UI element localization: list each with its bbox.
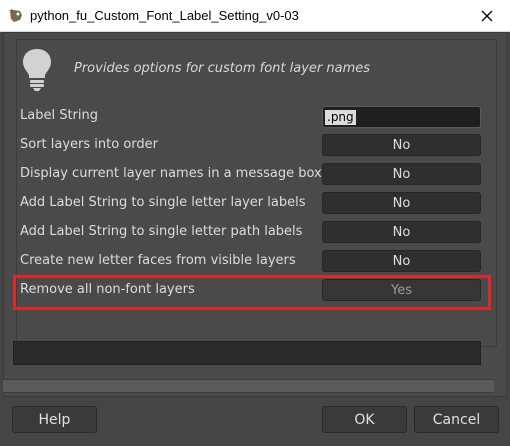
display-names-label: Display current layer names in a message…: [20, 166, 322, 181]
ok-button[interactable]: OK: [322, 406, 407, 433]
cancel-button[interactable]: Cancel: [414, 406, 499, 433]
gimp-app-icon: [9, 9, 22, 22]
close-icon: [481, 10, 493, 21]
horizontal-scrollbar[interactable]: [3, 379, 494, 393]
label-string-input[interactable]: .png: [322, 106, 481, 128]
display-names-toggle[interactable]: No: [322, 163, 481, 185]
single-letter-layer-toggle[interactable]: No: [322, 192, 481, 214]
title-bar: python_fu_Custom_Font_Label_Setting_v0-0…: [0, 0, 510, 32]
dialog-description: Provides options for custom font layer n…: [74, 61, 371, 76]
sort-layers-label: Sort layers into order: [20, 137, 158, 152]
close-button[interactable]: [464, 0, 510, 31]
help-button[interactable]: Help: [12, 406, 97, 433]
highlight-box: [13, 275, 491, 310]
progress-bar: [13, 341, 481, 365]
window-title: python_fu_Custom_Font_Label_Setting_v0-0…: [30, 8, 299, 23]
sort-layers-toggle[interactable]: No: [322, 134, 481, 156]
label-string-value: .png: [325, 109, 356, 125]
single-letter-layer-label: Add Label String to single letter layer …: [20, 195, 306, 210]
lightbulb-icon: [23, 49, 51, 91]
new-letter-faces-label: Create new letter faces from visible lay…: [20, 253, 296, 268]
single-letter-path-toggle[interactable]: No: [322, 221, 481, 243]
single-letter-path-label: Add Label String to single letter path l…: [20, 224, 303, 239]
label-string-label: Label String: [20, 108, 98, 123]
new-letter-faces-toggle[interactable]: No: [322, 250, 481, 272]
